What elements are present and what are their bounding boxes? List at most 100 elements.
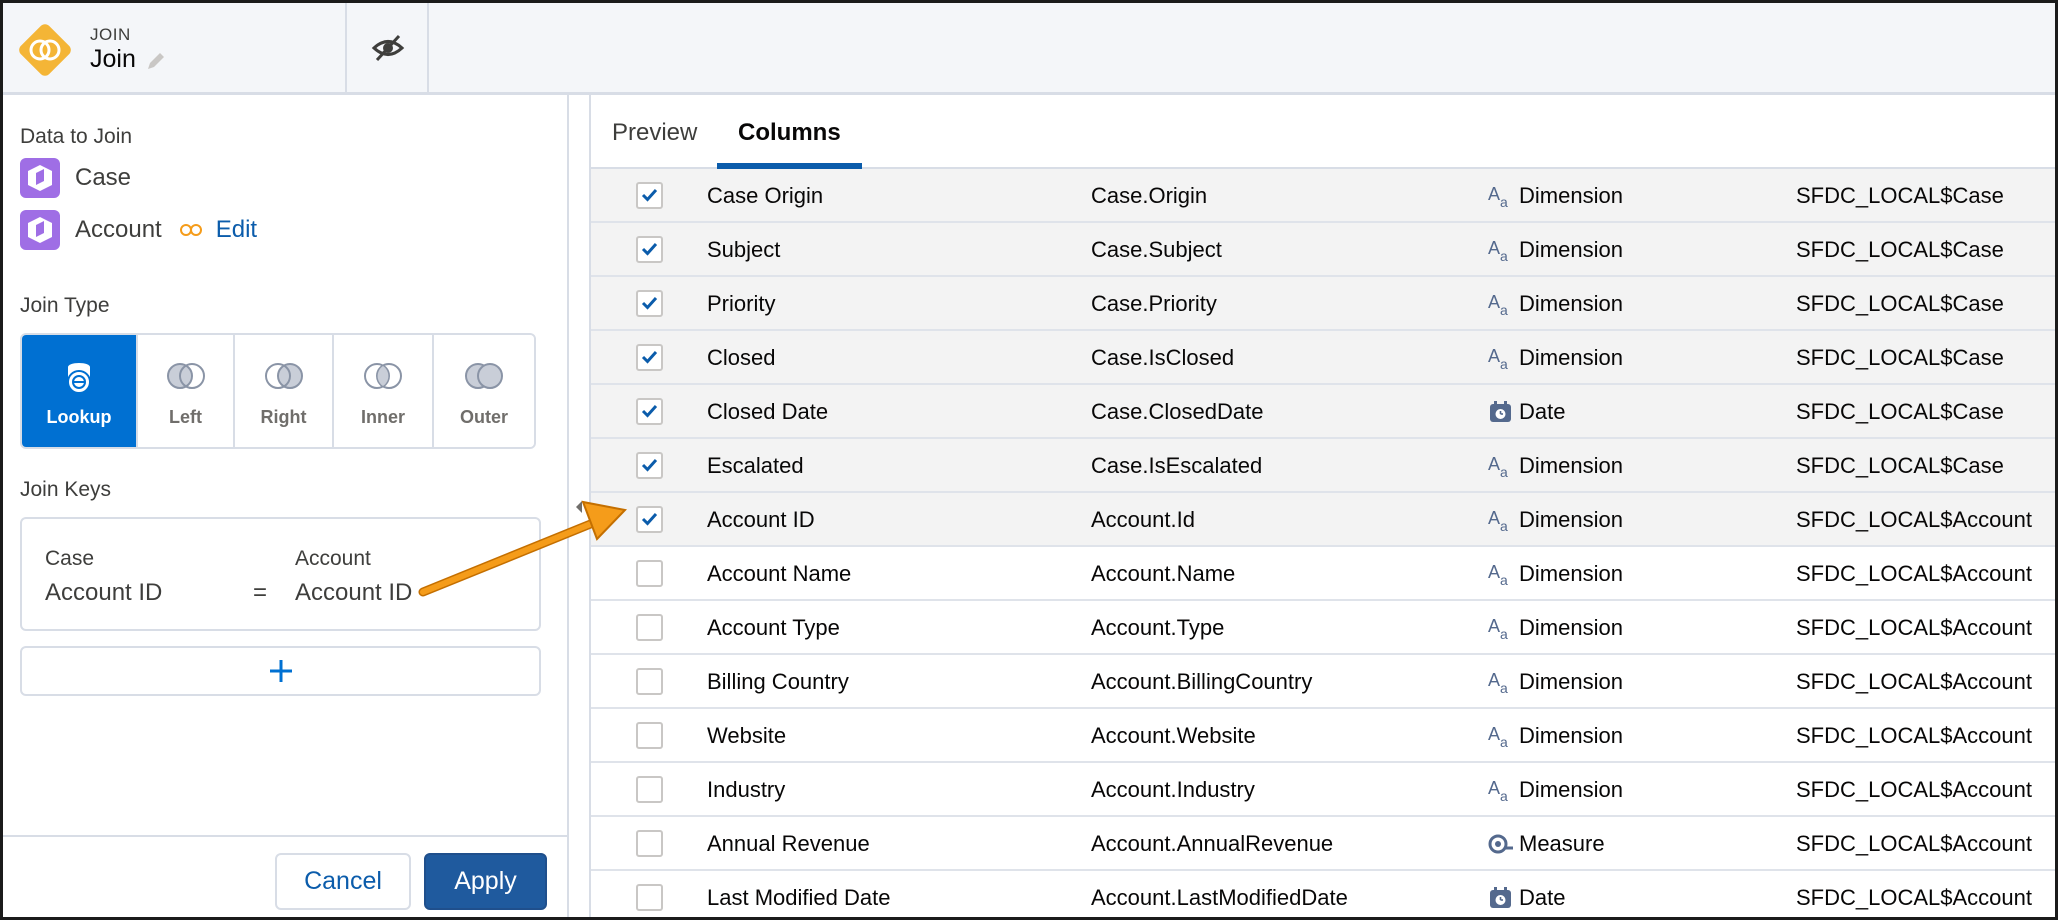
footer-divider: [3, 835, 569, 837]
column-checkbox[interactable]: [636, 290, 663, 317]
column-type: Measure: [1519, 831, 1605, 856]
column-checkbox[interactable]: [636, 398, 663, 425]
column-checkbox[interactable]: [636, 182, 663, 209]
column-checkbox[interactable]: [636, 560, 663, 587]
text-type-icon: Aa: [1487, 237, 1515, 264]
table-row[interactable]: Account Name Account.Name Aa Dimension SFDC_…: [591, 547, 2055, 601]
column-type: Date: [1519, 885, 1566, 910]
edit-join-link[interactable]: Edit: [216, 216, 257, 244]
svg-text:a: a: [1500, 302, 1508, 317]
join-type-outer-button[interactable]: Outer: [434, 335, 534, 447]
join-link-icon: [179, 224, 202, 236]
column-type: Dimension: [1519, 777, 1623, 802]
column-label: Priority: [707, 291, 776, 316]
checkmark-icon: [641, 296, 658, 310]
column-label: Closed Date: [707, 399, 829, 424]
join-type-label: Left: [169, 407, 202, 427]
table-row[interactable]: Escalated Case.IsEscalated Aa Dimension SFDC…: [591, 439, 2055, 493]
right-key-value: Account ID: [295, 579, 413, 606]
pencil-icon[interactable]: [144, 49, 168, 73]
svg-text:a: a: [1500, 464, 1508, 479]
add-join-key-button[interactable]: [20, 646, 541, 696]
table-row[interactable]: Subject Case.Subject Aa Dimension SFDC_LOCAL…: [591, 223, 2055, 277]
key-operator: =: [253, 579, 268, 606]
text-type-icon: Aa: [1487, 777, 1515, 804]
column-checkbox[interactable]: [636, 668, 663, 695]
svg-text:a: a: [1500, 626, 1508, 641]
left-join-icon: [166, 363, 205, 389]
plus-icon: [270, 660, 292, 682]
table-row[interactable]: Priority Case.Priority Aa Dimension SFDC_LOC…: [591, 277, 2055, 331]
panel-splitter[interactable]: [569, 95, 591, 917]
column-checkbox[interactable]: [636, 236, 663, 263]
table-row[interactable]: Last Modified Date Account.LastModifiedDa…: [591, 871, 2055, 917]
data-to-join-label: Data to Join: [20, 125, 133, 148]
table-row[interactable]: Annual Revenue Account.AnnualRevenue Measu…: [591, 817, 2055, 871]
column-checkbox[interactable]: [636, 506, 663, 533]
column-source: SFDC_LOCAL$Case: [1796, 399, 2004, 424]
column-checkbox[interactable]: [636, 884, 663, 911]
checkmark-icon: [641, 458, 658, 472]
column-label: Website: [707, 723, 787, 748]
tab-columns[interactable]: Columns: [738, 119, 841, 147]
join-type-lookup-button[interactable]: Lookup: [22, 335, 138, 447]
svg-text:a: a: [1500, 734, 1508, 749]
join-type-left-button[interactable]: Left: [138, 335, 235, 447]
column-type: Dimension: [1519, 507, 1623, 532]
text-type-icon: Aa: [1487, 291, 1515, 318]
tab-bar: Preview Columns: [591, 95, 2055, 169]
column-checkbox[interactable]: [636, 344, 663, 371]
collapse-left-icon[interactable]: [574, 500, 584, 514]
text-type-icon: Aa: [1487, 183, 1515, 210]
table-row[interactable]: Industry Account.Industry Aa Dimension SFDC_…: [591, 763, 2055, 817]
column-checkbox[interactable]: [636, 452, 663, 479]
table-row[interactable]: Account Type Account.Type Aa Dimension SFDC_…: [591, 601, 2055, 655]
column-checkbox[interactable]: [636, 614, 663, 641]
column-checkbox[interactable]: [636, 776, 663, 803]
apply-button[interactable]: Apply: [424, 853, 547, 910]
table-row[interactable]: Case Origin Case.Origin Aa Dimension SFDC_LO…: [591, 169, 2055, 223]
table-row[interactable]: Billing Country Account.BillingCountry Aa D…: [591, 655, 2055, 709]
column-label: Last Modified Date: [707, 885, 891, 910]
outer-join-icon: [465, 363, 503, 389]
table-row[interactable]: Account ID Account.Id Aa Dimension SFDC_LOCA…: [591, 493, 2055, 547]
column-type: Dimension: [1519, 723, 1623, 748]
svg-text:A: A: [1488, 238, 1500, 258]
column-type: Dimension: [1519, 669, 1623, 694]
table-row[interactable]: Closed Date Case.ClosedDate Date SFDC_LOCAL…: [591, 385, 2055, 439]
columns-table: Case Origin Case.Origin Aa Dimension SFDC_LO…: [591, 169, 2055, 917]
column-api-name: Account.Type: [1091, 615, 1225, 640]
column-source: SFDC_LOCAL$Account: [1796, 777, 2032, 802]
join-type-label: Lookup: [46, 407, 112, 427]
column-source: SFDC_LOCAL$Account: [1796, 507, 2032, 532]
join-type-label: Join Type: [20, 294, 110, 317]
table-row[interactable]: Website Account.Website Aa Dimension SFDC_LO…: [591, 709, 2055, 763]
column-checkbox[interactable]: [636, 830, 663, 857]
column-label: Account Name: [707, 561, 852, 586]
join-key-pair[interactable]: Case Account Account ID = Account ID: [20, 517, 541, 631]
cancel-button[interactable]: Cancel: [275, 853, 411, 910]
join-type-right-button[interactable]: Right: [235, 335, 334, 447]
column-label: Account Type: [707, 615, 840, 640]
checkmark-icon: [641, 242, 658, 256]
column-source: SFDC_LOCAL$Account: [1796, 615, 2032, 640]
svg-text:a: a: [1500, 572, 1508, 587]
table-row[interactable]: Closed Case.IsClosed Aa Dimension SFDC_LOCAL…: [591, 331, 2055, 385]
node-type-label: JOIN: [90, 25, 131, 44]
svg-text:A: A: [1488, 184, 1500, 204]
node-name[interactable]: Join: [90, 45, 136, 74]
column-api-name: Case.IsEscalated: [1091, 453, 1263, 478]
hide-preview-button[interactable]: [347, 3, 429, 92]
join-settings-panel: Data to Join Case Account Edit Join Type: [3, 95, 569, 917]
svg-text:A: A: [1488, 292, 1500, 312]
inner-join-icon: [364, 363, 402, 389]
column-type: Dimension: [1519, 183, 1623, 208]
column-label: Annual Revenue: [707, 831, 870, 856]
column-checkbox[interactable]: [636, 722, 663, 749]
tab-preview[interactable]: Preview: [612, 119, 697, 147]
column-source: SFDC_LOCAL$Case: [1796, 291, 2004, 316]
svg-text:A: A: [1488, 454, 1500, 474]
join-type-inner-button[interactable]: Inner: [334, 335, 434, 447]
svg-text:A: A: [1488, 670, 1500, 690]
checkmark-icon: [641, 188, 658, 202]
